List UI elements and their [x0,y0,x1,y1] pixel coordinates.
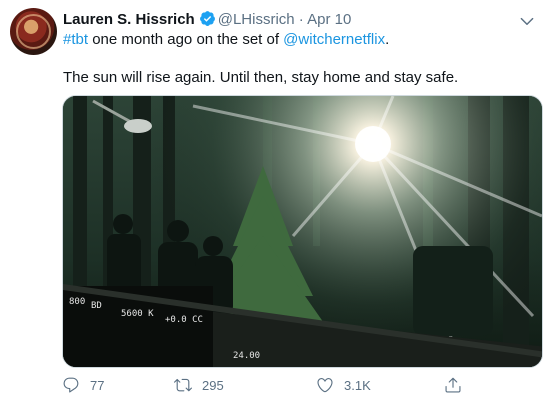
tweet-text-line2: The sun will rise again. Until then, sta… [63,69,459,86]
retweet-button[interactable]: 295 [174,374,224,396]
mention-link[interactable]: @witchernetflix [283,31,385,48]
author-handle[interactable]: @LHissrich [218,11,295,28]
like-count: 3.1K [344,377,371,393]
avatar[interactable] [10,8,57,55]
tweet-text-line1: #tbt one month ago on the set of @witche… [63,30,533,50]
separator-dot: · [298,11,304,28]
tweet-actions: 77 295 3.1K [62,374,482,396]
camera-cc: +0.0 CC [165,315,203,325]
reply-icon [63,377,79,393]
camera-bd: BD [91,301,102,311]
share-icon [445,377,461,393]
share-button[interactable] [444,374,472,396]
like-button[interactable]: 3.1K [316,374,371,396]
like-icon [317,378,333,393]
author-name[interactable]: Lauren S. Hissrich [63,11,195,28]
tweet-text-middle: one month ago on the set of [88,31,284,48]
verified-badge-icon [199,10,216,31]
caret-down-icon[interactable] [518,12,536,30]
camera-iso: 800 [69,297,85,307]
tweet-text-end: . [385,31,390,48]
tweet-date[interactable]: Apr 10 [307,11,351,28]
reply-count: 77 [90,377,105,393]
hashtag-link[interactable]: #tbt [63,31,88,48]
retweet-count: 295 [202,377,224,393]
tweet-photo[interactable]: 800 BD 5600 K +0.0 CC 24.00 [62,95,543,368]
tweet-card[interactable]: Lauren S. Hissrich @LHissrich · Apr 10 #t… [0,0,550,404]
reply-button[interactable]: 77 [62,374,104,396]
camera-kelvin: 5600 K [121,309,154,319]
camera-fps: 24.00 [233,351,260,361]
retweet-icon [174,378,192,392]
tweet-header: Lauren S. Hissrich @LHissrich · Apr 10 [63,10,510,30]
